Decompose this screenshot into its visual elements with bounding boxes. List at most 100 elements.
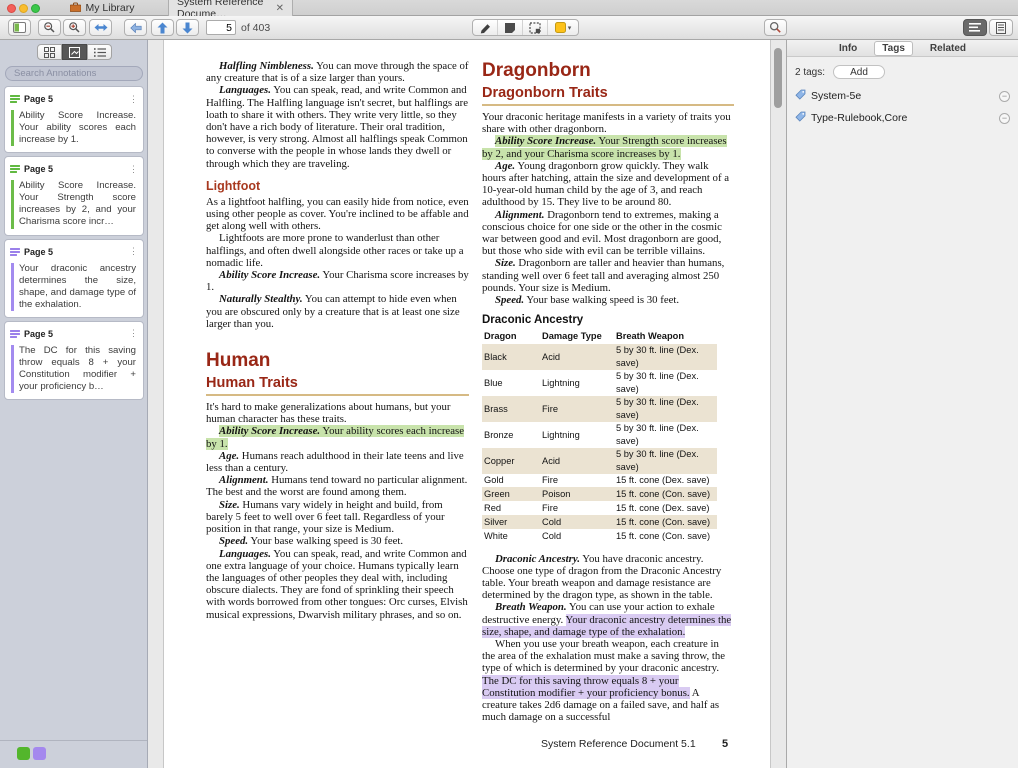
table-cell: Silver bbox=[482, 515, 540, 529]
kebab-menu-icon[interactable]: ⋮ bbox=[129, 247, 138, 256]
minimize-window-button[interactable] bbox=[19, 4, 28, 13]
outline-view-button[interactable] bbox=[87, 44, 112, 60]
zoom-out-button[interactable] bbox=[38, 19, 61, 36]
kebab-menu-icon[interactable]: ⋮ bbox=[129, 329, 138, 338]
find-in-document-button[interactable] bbox=[764, 19, 787, 36]
color-filter-green[interactable] bbox=[17, 747, 30, 760]
annotations-sidebar: Page 5 ⋮ Ability Score Increase. Your abil… bbox=[0, 40, 148, 768]
application-window: My Library System Reference Docume… ✕ bbox=[0, 0, 1018, 768]
annotation-card[interactable]: Page 5 ⋮ Your draconic ancestry determines… bbox=[4, 239, 144, 318]
paragraph: Languages. You can speak, read, and writ… bbox=[206, 84, 469, 169]
tab-tags[interactable]: Tags bbox=[874, 41, 913, 56]
briefcase-icon bbox=[70, 2, 81, 15]
annotation-page-label: Page 5 bbox=[24, 247, 125, 257]
annotation-color-picker[interactable]: ▾ bbox=[548, 20, 578, 35]
highlight-icon bbox=[10, 160, 20, 178]
tag-icon bbox=[795, 109, 806, 127]
page-number-input[interactable] bbox=[206, 20, 236, 35]
footer-page-number: 5 bbox=[722, 738, 728, 750]
toggle-sidebar-button[interactable] bbox=[8, 19, 31, 36]
table-cell: Lightning bbox=[540, 370, 614, 396]
search-annotations-input[interactable] bbox=[14, 68, 146, 79]
table-header-cell: Breath Weapon bbox=[614, 329, 717, 343]
annotation-card[interactable]: Page 5 ⋮ The DC for this saving throw equa… bbox=[4, 321, 144, 400]
zoom-window-button[interactable] bbox=[31, 4, 40, 13]
table-title: Draconic Ancestry bbox=[482, 314, 734, 326]
paragraph: Breath Weapon. You can use your action t… bbox=[482, 601, 734, 638]
annotation-list: Page 5 ⋮ Ability Score Increase. Your abil… bbox=[4, 86, 144, 400]
annotations-view-button[interactable] bbox=[62, 44, 87, 60]
toggle-annotations-pane-button[interactable] bbox=[963, 19, 987, 36]
tab-my-library[interactable]: My Library bbox=[55, 0, 150, 16]
table-cell: Acid bbox=[540, 344, 614, 370]
close-window-button[interactable] bbox=[7, 4, 16, 13]
tag-row[interactable]: System-5e− bbox=[787, 85, 1018, 107]
paragraph: Size. Humans vary widely in height and b… bbox=[206, 499, 469, 536]
outline-list-icon bbox=[94, 48, 106, 57]
table-cell: White bbox=[482, 529, 540, 543]
data-table: Draconic AncestryDragonDamage TypeBreath… bbox=[482, 314, 734, 542]
highlight-tool-button[interactable] bbox=[473, 20, 498, 35]
tab-document[interactable]: System Reference Docume… ✕ bbox=[168, 0, 293, 16]
annotation-text[interactable]: The DC for this saving throw equals 8 + … bbox=[11, 345, 138, 393]
annotation-text[interactable]: Your draconic ancestry determines the si… bbox=[11, 263, 138, 311]
sticky-note-icon bbox=[504, 22, 516, 34]
table-cell: 15 ft. cone (Con. save) bbox=[614, 515, 717, 529]
remove-tag-button[interactable]: − bbox=[999, 91, 1010, 102]
table-cell: Green bbox=[482, 487, 540, 501]
tags-count-label: 2 tags: bbox=[795, 67, 825, 78]
paragraph: Speed. Your base walking speed is 30 fee… bbox=[206, 535, 469, 547]
annotation-text[interactable]: Ability Score Increase. Your ability sco… bbox=[11, 110, 138, 146]
close-tab-icon[interactable]: ✕ bbox=[276, 3, 284, 14]
remove-tag-button[interactable]: − bbox=[999, 113, 1010, 124]
zoom-fit-width-button[interactable] bbox=[89, 19, 112, 36]
highlighted-text: The DC for this saving throw equals 8 + … bbox=[482, 675, 690, 699]
annotation-page-label: Page 5 bbox=[24, 329, 125, 339]
zoom-in-icon bbox=[68, 21, 81, 34]
previous-page-button[interactable] bbox=[151, 19, 174, 36]
annotation-card[interactable]: Page 5 ⋮ Ability Score Increase. Your abil… bbox=[4, 86, 144, 153]
table-cell: Cold bbox=[540, 515, 614, 529]
search-annotations-box[interactable] bbox=[5, 66, 143, 81]
table-cell: Fire bbox=[540, 396, 614, 422]
paragraph: Naturally Stealthy. You can attempt to h… bbox=[206, 293, 469, 330]
thumbnails-view-button[interactable] bbox=[37, 44, 62, 60]
paragraph: Ability Score Increase. Your Strength sc… bbox=[482, 135, 734, 159]
tab-label: My Library bbox=[85, 2, 134, 14]
tab-related[interactable]: Related bbox=[923, 42, 973, 55]
table-cell: Lightning bbox=[540, 422, 614, 448]
paragraph: Age. Humans reach adulthood in their lat… bbox=[206, 450, 469, 474]
highlighted-text: Ability Score Increase. bbox=[219, 425, 320, 437]
nav-back-button[interactable] bbox=[124, 19, 147, 36]
table-cell: 5 by 30 ft. line (Dex. save) bbox=[614, 448, 717, 474]
area-selection-icon bbox=[529, 22, 541, 34]
highlight-icon bbox=[10, 243, 20, 261]
annotation-page-label: Page 5 bbox=[24, 94, 125, 104]
table-row: RedFire15 ft. cone (Dex. save) bbox=[482, 501, 717, 515]
paragraph: Ability Score Increase. Your Charisma sc… bbox=[206, 269, 469, 293]
paragraph: Languages. You can speak, read, and writ… bbox=[206, 548, 469, 621]
annotation-card[interactable]: Page 5⋮Ability Score Increase. Your Stre… bbox=[4, 156, 144, 235]
tag-row[interactable]: Type-Rulebook,Core− bbox=[787, 107, 1018, 129]
annotation-text[interactable]: Ability Score Increase. Your Strength sc… bbox=[11, 180, 138, 228]
search-icon bbox=[769, 21, 782, 34]
fit-width-icon bbox=[94, 23, 108, 32]
tag-label: Type-Rulebook,Core bbox=[811, 112, 994, 124]
tab-info[interactable]: Info bbox=[832, 42, 864, 55]
area-select-tool-button[interactable] bbox=[523, 20, 548, 35]
table-row: WhiteCold15 ft. cone (Con. save) bbox=[482, 529, 717, 543]
table-row: BrassFire5 by 30 ft. line (Dex. save) bbox=[482, 396, 717, 422]
zoom-in-button[interactable] bbox=[63, 19, 86, 36]
kebab-menu-icon[interactable]: ⋮ bbox=[129, 165, 138, 174]
note-tool-button[interactable] bbox=[498, 20, 523, 35]
paragraph: Draconic Ancestry. You have draconic anc… bbox=[482, 553, 734, 602]
paragraph: Alignment. Humans tend toward no particu… bbox=[206, 474, 469, 498]
color-filter-purple[interactable] bbox=[33, 747, 46, 760]
toggle-item-pane-button[interactable] bbox=[989, 19, 1013, 36]
table-header-cell: Damage Type bbox=[540, 329, 614, 343]
sidebar-pane-icon bbox=[13, 22, 26, 33]
viewer-scrollbar-thumb[interactable] bbox=[774, 48, 782, 108]
kebab-menu-icon[interactable]: ⋮ bbox=[129, 95, 138, 104]
next-page-button[interactable] bbox=[176, 19, 199, 36]
add-tag-button[interactable]: Add bbox=[833, 65, 885, 79]
